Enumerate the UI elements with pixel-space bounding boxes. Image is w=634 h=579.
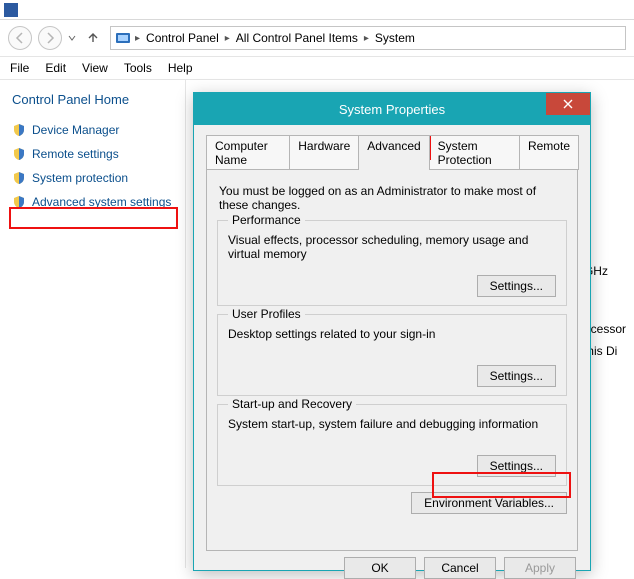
sidebar-item-device-manager[interactable]: Device Manager xyxy=(12,123,173,137)
user-profiles-settings-button[interactable]: Settings... xyxy=(477,365,556,387)
desc-performance: Visual effects, processor scheduling, me… xyxy=(228,233,556,261)
system-properties-dialog: System Properties Computer Name Hardware… xyxy=(193,92,591,571)
control-panel-icon xyxy=(115,30,131,46)
address-bar[interactable]: ▸ Control Panel ▸ All Control Panel Item… xyxy=(110,26,626,50)
tab-remote[interactable]: Remote xyxy=(519,135,579,170)
sidebar-item-advanced-system-settings[interactable]: Advanced system settings xyxy=(12,195,173,209)
desc-user-profiles: Desktop settings related to your sign-in xyxy=(228,327,556,341)
fieldset-performance: Performance Visual effects, processor sc… xyxy=(217,220,567,306)
ok-button[interactable]: OK xyxy=(344,557,416,579)
shield-icon xyxy=(12,123,26,137)
shield-icon xyxy=(12,147,26,161)
tab-computer-name[interactable]: Computer Name xyxy=(206,135,290,170)
menu-bar: File Edit View Tools Help xyxy=(0,57,634,80)
dialog-button-row: OK Cancel Apply xyxy=(206,557,578,579)
tab-panel-advanced: You must be logged on as an Administrato… xyxy=(206,169,578,551)
menu-edit[interactable]: Edit xyxy=(45,61,66,75)
back-button[interactable] xyxy=(8,26,32,50)
close-icon xyxy=(563,99,573,109)
menu-view[interactable]: View xyxy=(82,61,108,75)
fieldset-startup-recovery: Start-up and Recovery System start-up, s… xyxy=(217,404,567,486)
sidebar: Control Panel Home Device Manager Remote… xyxy=(0,80,185,568)
legend-performance: Performance xyxy=(228,213,305,227)
fieldset-user-profiles: User Profiles Desktop settings related t… xyxy=(217,314,567,396)
apply-button[interactable]: Apply xyxy=(504,557,576,579)
arrow-left-icon xyxy=(14,32,26,44)
arrow-up-icon xyxy=(86,31,100,45)
close-button[interactable] xyxy=(546,93,590,115)
shield-icon xyxy=(12,171,26,185)
window-icon xyxy=(4,3,18,17)
chevron-right-icon: ▸ xyxy=(362,33,371,44)
performance-settings-button[interactable]: Settings... xyxy=(477,275,556,297)
tab-hardware[interactable]: Hardware xyxy=(289,135,359,170)
sidebar-item-label: Device Manager xyxy=(32,123,119,137)
sidebar-item-label: System protection xyxy=(32,171,128,185)
tab-strip: Computer Name Hardware Advanced System P… xyxy=(206,135,578,170)
breadcrumb-all-items[interactable]: All Control Panel Items xyxy=(234,31,360,45)
cancel-button[interactable]: Cancel xyxy=(424,557,496,579)
sidebar-title[interactable]: Control Panel Home xyxy=(12,92,173,107)
legend-startup-recovery: Start-up and Recovery xyxy=(228,397,356,411)
startup-recovery-settings-button[interactable]: Settings... xyxy=(477,455,556,477)
dialog-titlebar[interactable]: System Properties xyxy=(194,93,590,125)
environment-variables-button[interactable]: Environment Variables... xyxy=(411,492,567,514)
navigation-bar: ▸ Control Panel ▸ All Control Panel Item… xyxy=(0,20,634,57)
chevron-right-icon: ▸ xyxy=(223,33,232,44)
desc-startup-recovery: System start-up, system failure and debu… xyxy=(228,417,556,431)
admin-note: You must be logged on as an Administrato… xyxy=(219,184,567,212)
breadcrumb-system[interactable]: System xyxy=(373,31,417,45)
shield-icon xyxy=(12,195,26,209)
menu-file[interactable]: File xyxy=(10,61,29,75)
sidebar-item-label: Advanced system settings xyxy=(32,195,171,209)
chevron-right-icon: ▸ xyxy=(133,33,142,44)
sidebar-item-label: Remote settings xyxy=(32,147,119,161)
tab-advanced[interactable]: Advanced xyxy=(358,135,429,170)
sidebar-item-remote-settings[interactable]: Remote settings xyxy=(12,147,173,161)
dialog-title: System Properties xyxy=(339,102,445,117)
legend-user-profiles: User Profiles xyxy=(228,307,305,321)
up-button[interactable] xyxy=(82,27,104,49)
chevron-down-icon[interactable] xyxy=(68,34,76,42)
menu-help[interactable]: Help xyxy=(168,61,193,75)
arrow-right-icon xyxy=(44,32,56,44)
menu-tools[interactable]: Tools xyxy=(124,61,152,75)
forward-button[interactable] xyxy=(38,26,62,50)
sidebar-item-system-protection[interactable]: System protection xyxy=(12,171,173,185)
breadcrumb-control-panel[interactable]: Control Panel xyxy=(144,31,221,45)
window-title-strip xyxy=(0,0,634,20)
tab-system-protection[interactable]: System Protection xyxy=(429,135,520,170)
dialog-body: Computer Name Hardware Advanced System P… xyxy=(194,125,590,570)
